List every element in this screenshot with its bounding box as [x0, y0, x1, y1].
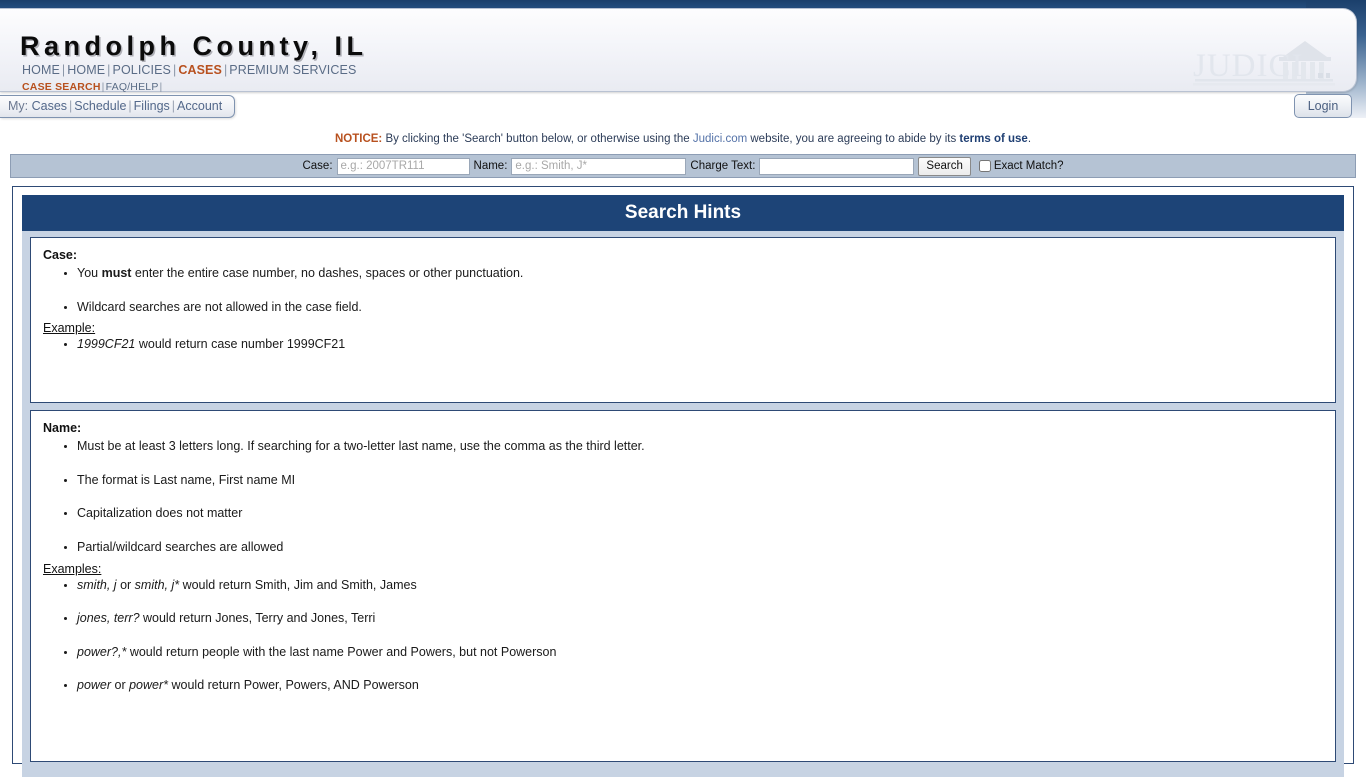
nav-link-home[interactable]: HOME [67, 63, 105, 77]
hint-bullet: 1999CF21 would return case number 1999CF… [77, 337, 1325, 353]
name-hints-list: Must be at least 3 letters long. If sear… [41, 439, 1325, 556]
content-outer-frame: Search Hints Case: You must enter the en… [12, 186, 1354, 777]
my-tabs-bar[interactable]: My: Cases | Schedule | Filings | Account [0, 95, 236, 118]
hint-text: smith, j* [134, 577, 180, 592]
hint-text: You [77, 266, 102, 280]
judici-logo: JUDICI [1175, 35, 1340, 90]
nav-link-policies[interactable]: POLICIES [113, 63, 171, 77]
search-button[interactable]: Search [918, 156, 971, 176]
search-hints-body: Case: You must enter the entire case num… [22, 231, 1344, 777]
hint-text: would return Jones, Terry and Jones, Ter… [139, 611, 376, 626]
notice-text-2: website, you are agreeing to abide by it… [747, 133, 960, 145]
charge-text-input[interactable] [759, 157, 915, 175]
my-tab-filings[interactable]: Filings [134, 99, 170, 113]
hint-bullet: smith, j or smith, j* would return Smith… [77, 578, 1325, 594]
case-examples-list: 1999CF21 would return case number 1999CF… [41, 337, 1325, 353]
terms-of-use-link[interactable]: terms of use [959, 133, 1027, 145]
case-hints-heading: Case: [43, 248, 78, 262]
hint-text: or [116, 577, 135, 592]
name-hints-block: Name: Must be at least 3 letters long. I… [30, 410, 1336, 762]
hint-text: The format is Last name, First name MI [77, 472, 296, 487]
name-example-heading: Examples: [43, 561, 102, 576]
primary-navigation: HOME | HOME | POLICIES | CASES | PREMIUM SERVICE… [22, 63, 356, 77]
notice-label: NOTICE: [334, 133, 383, 145]
case-hints-list: You must enter the entire case number, n… [41, 266, 1325, 315]
case-hints-block: Case: You must enter the entire case num… [30, 237, 1336, 403]
terms-notice: NOTICE: By clicking the 'Search' button … [0, 133, 1366, 145]
notice-text-1: By clicking the 'Search' button below, o… [382, 133, 693, 145]
page-title: Randolph County, IL [20, 31, 368, 61]
hint-bullet: Must be at least 3 letters long. If sear… [77, 439, 1325, 455]
hint-bullet: jones, terr? would return Jones, Terry a… [77, 611, 1325, 627]
hint-text: Must be at least 3 letters long. If sear… [77, 439, 645, 453]
exact-match-group: Exact Match? [978, 160, 1064, 172]
hint-text: jones, terr? [77, 611, 140, 626]
case-search-input[interactable] [336, 157, 470, 175]
exact-match-label[interactable]: Exact Match? [994, 160, 1064, 172]
name-hints-heading: Name: [43, 421, 82, 435]
hint-text: or [111, 678, 130, 693]
hint-text: 1999CF21 [77, 337, 136, 352]
nav-separator: | [107, 63, 111, 77]
secondary-navigation: CASE SEARCH|FAQ/HELP| [22, 81, 163, 93]
my-tabs-prefix: My: [8, 99, 32, 113]
nav-link-cases[interactable]: CASES [178, 63, 222, 77]
hint-bullet: Capitalization does not matter [77, 506, 1325, 522]
name-examples-list: smith, j or smith, j* would return Smith… [41, 578, 1325, 695]
notice-text-3: . [1027, 133, 1032, 145]
my-tab-cases[interactable]: Cases [32, 99, 67, 113]
nav-separator: | [159, 81, 163, 93]
charge-text-label: Charge Text: [690, 160, 756, 172]
search-hints-panel: Search Hints Case: You must enter the en… [22, 195, 1344, 777]
hint-text: smith, j [77, 577, 117, 592]
search-toolbar: Case: Name: Charge Text: Search Exact Ma… [10, 154, 1356, 178]
hint-text: would return Smith, Jim and Smith, James [179, 577, 417, 592]
subnav-link-faq-help[interactable]: FAQ/HELP [106, 81, 159, 93]
hint-bullet: You must enter the entire case number, n… [77, 266, 1325, 282]
hint-text: power [77, 678, 112, 693]
hint-text: enter the entire case number, no dashes,… [131, 266, 524, 280]
tab-separator: | [128, 99, 132, 113]
hint-bullet: power?,* would return people with the la… [77, 645, 1325, 661]
hint-text: would return people with the last name P… [126, 644, 557, 659]
login-button[interactable]: Login [1294, 94, 1352, 118]
case-label: Case: [302, 160, 333, 172]
name-search-input[interactable] [511, 157, 687, 175]
hint-text: power* [129, 678, 169, 693]
hint-text: power?,* [77, 644, 127, 659]
nav-link-premium-services[interactable]: PREMIUM SERVICES [229, 63, 356, 77]
name-label: Name: [473, 160, 508, 172]
case-example-heading: Example: [43, 321, 96, 336]
hint-text: Wildcard searches are not allowed in the… [77, 299, 362, 314]
nav-link-home[interactable]: HOME [22, 63, 60, 77]
site-header: Randolph County, IL HOME | HOME | POLICIES | C… [0, 8, 1357, 93]
hint-text: would return Power, Powers, AND Powerson [168, 678, 419, 693]
hint-bullet: The format is Last name, First name MI [77, 473, 1325, 489]
hint-text: Capitalization does not matter [77, 506, 243, 521]
judici-link[interactable]: Judici.com [693, 133, 747, 145]
hint-text: Partial/wildcard searches are allowed [77, 539, 284, 554]
subnav-link-case-search[interactable]: CASE SEARCH [22, 81, 101, 93]
hint-bullet: Partial/wildcard searches are allowed [77, 540, 1325, 556]
search-hints-title: Search Hints [22, 195, 1344, 231]
svg-text:JUDICI: JUDICI [1193, 48, 1304, 84]
exact-match-checkbox[interactable] [978, 160, 991, 172]
hint-text: must [101, 266, 132, 280]
my-tab-account[interactable]: Account [177, 99, 222, 113]
my-tab-schedule[interactable]: Schedule [74, 99, 126, 113]
hint-bullet: power or power* would return Power, Powe… [77, 678, 1325, 694]
tab-separator: | [171, 99, 176, 113]
hint-text: would return case number 1999CF21 [135, 337, 346, 352]
hint-bullet: Wildcard searches are not allowed in the… [77, 300, 1325, 316]
